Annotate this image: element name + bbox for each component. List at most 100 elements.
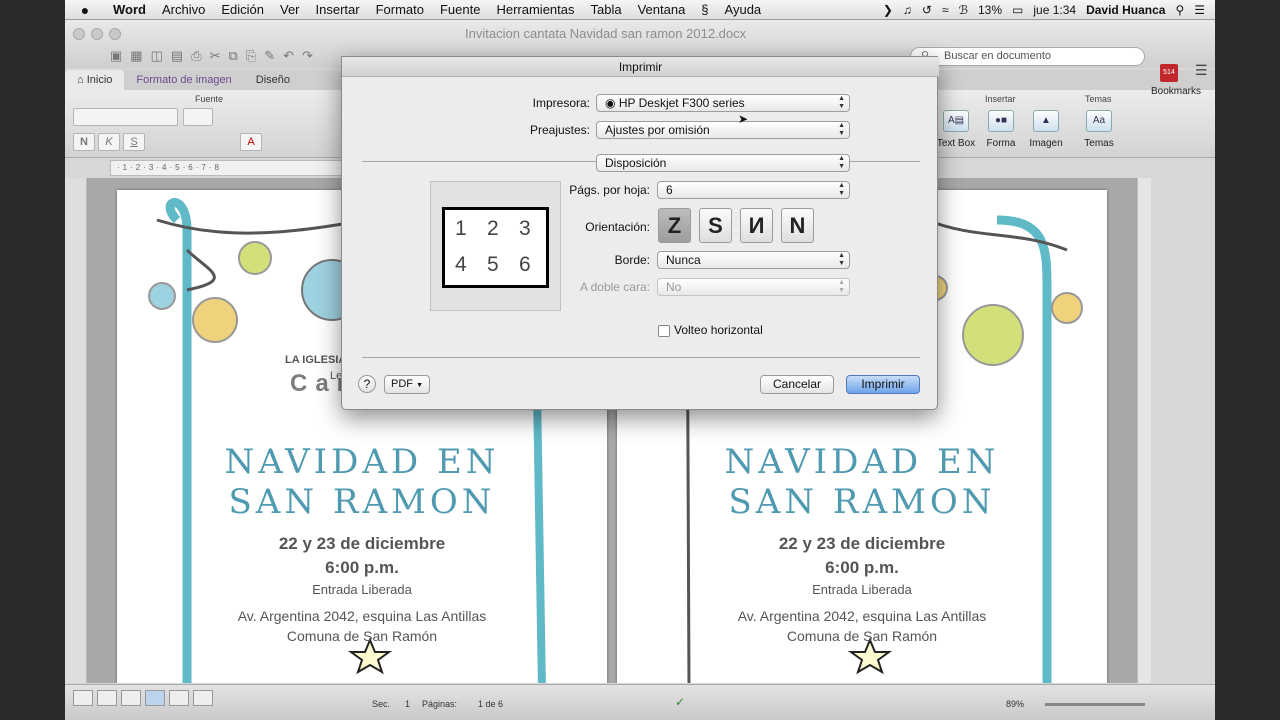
menu-archivo[interactable]: Archivo [154, 2, 213, 17]
updown-arrows-icon: ▲ ▼ [838, 95, 845, 110]
format-brush-icon[interactable]: ✎ [264, 48, 275, 64]
invite-title-line1: NAVIDAD EN [224, 442, 500, 482]
bluetooth-icon[interactable]: ℬ [959, 3, 968, 17]
spotlight-search-icon[interactable]: ⚲ [1175, 3, 1184, 17]
print-button[interactable]: Imprimir [846, 375, 920, 394]
copy-icon[interactable]: ⧉ [229, 48, 238, 64]
menu-herramientas[interactable]: Herramientas [488, 2, 582, 17]
orientation-z-button[interactable]: Z [658, 208, 691, 243]
menu-edicion[interactable]: Edición [213, 2, 272, 17]
menu-ventana[interactable]: Ventana [630, 2, 694, 17]
view-draft-button[interactable] [73, 690, 93, 706]
view-publishing-button[interactable] [121, 690, 141, 706]
border-select[interactable]: Nunca ▲ ▼ [657, 251, 850, 269]
underline-button[interactable]: S [123, 133, 145, 151]
tab-formato-imagen[interactable]: Formato de imagen [124, 74, 243, 86]
menu-ver[interactable]: Ver [272, 2, 308, 17]
invite-hour: 6:00 p.m. [325, 558, 399, 577]
home-icon: ⌂ [77, 74, 84, 86]
undo-icon[interactable]: ↶ [283, 48, 294, 64]
menu-fuente[interactable]: Fuente [432, 2, 488, 17]
battery-percent[interactable]: 13% [978, 3, 1002, 17]
presets-select[interactable]: Ajustes por omisión ▲ ▼ [596, 121, 850, 139]
group-insertar-label: Insertar [985, 94, 1016, 104]
orientation-n-button[interactable]: N [781, 208, 814, 243]
themes-icon: Aa [1086, 110, 1112, 132]
flip-horizontal-checkbox[interactable] [658, 325, 670, 337]
paste-icon[interactable]: ⎘ [246, 48, 256, 64]
invite-comuna: Comuna de San Ramón [786, 628, 938, 644]
layout-preview: 1 2 3 4 5 6 [442, 207, 549, 288]
apple-menu-icon[interactable]: ● [65, 2, 105, 18]
pages-per-sheet-label: Págs. por hoja: [569, 183, 650, 197]
tab-inicio[interactable]: ⌂ Inicio [65, 70, 125, 90]
bell-icon[interactable]: ♫ [903, 3, 912, 17]
time-machine-icon[interactable]: ↺ [922, 3, 932, 17]
church-name: LA IGLESIA [285, 354, 347, 366]
search-input[interactable]: ⚲ Buscar en documento [910, 47, 1145, 66]
menu-insertar[interactable]: Insertar [308, 2, 368, 17]
bookmarks-badge[interactable]: 514 [1160, 64, 1178, 82]
clock[interactable]: jue 1:34 [1033, 3, 1076, 17]
updown-arrows-icon: ▲ ▼ [838, 182, 845, 197]
invite-dates: 22 y 23 de diciembre [278, 534, 446, 553]
orientation-reverse-n-button[interactable]: И [740, 208, 773, 243]
font-color-icon[interactable]: A [240, 133, 262, 151]
section-label: Sec. [372, 699, 391, 709]
minimize-window-button[interactable] [91, 28, 103, 40]
save-icon[interactable]: ▤ [171, 48, 183, 64]
font-size-field[interactable] [183, 108, 213, 126]
view-notebook-button[interactable] [169, 690, 189, 706]
view-print-layout-button[interactable] [145, 690, 165, 706]
print-icon[interactable]: ⎙ [191, 48, 201, 64]
zoom-slider[interactable] [1045, 703, 1145, 706]
preview-page-number: 6 [519, 253, 531, 276]
invite-hour: 6:00 p.m. [825, 558, 899, 577]
menu-extras: ❯ ♫ ↺ ≈ ℬ 13% ▭ jue 1:34 David Huanca ⚲ … [883, 3, 1215, 17]
printer-select[interactable]: ◉ HP Deskjet F300 series ▲ ▼ [596, 94, 850, 112]
vertical-scrollbar[interactable] [1137, 178, 1151, 683]
preview-page-number: 4 [455, 253, 467, 276]
footer-separator [362, 357, 920, 358]
close-window-button[interactable] [73, 28, 85, 40]
zoom-window-button[interactable] [109, 28, 121, 40]
invite-title-line1: NAVIDAD EN [724, 442, 1000, 482]
scripts-menu-icon[interactable]: § [693, 2, 716, 17]
new-document-icon[interactable]: ▣ [110, 48, 122, 64]
bold-button[interactable]: N [73, 133, 95, 151]
print-dialog-title: Imprimir [342, 57, 939, 77]
open-icon[interactable]: ◫ [151, 48, 163, 64]
view-focus-button[interactable] [193, 690, 213, 706]
pages-per-sheet-select[interactable]: 6 ▲ ▼ [657, 181, 850, 199]
help-button[interactable]: ? [358, 375, 376, 393]
cancel-button[interactable]: Cancelar [760, 375, 834, 394]
templates-icon[interactable]: ▦ [130, 48, 142, 64]
pdf-menu-button[interactable]: PDF ▼ [384, 375, 430, 394]
redo-icon[interactable]: ↷ [302, 48, 313, 64]
notification-list-icon[interactable]: ☰ [1194, 3, 1205, 17]
wifi-icon[interactable]: ≈ [942, 3, 949, 17]
list-menu-icon[interactable]: ☰ [1195, 62, 1208, 79]
cut-icon[interactable]: ✂ [210, 48, 221, 64]
imagen-button[interactable]: ▲ Imagen [1018, 110, 1074, 149]
user-name[interactable]: David Huanca [1086, 3, 1165, 17]
flip-horizontal-label[interactable]: Volteo horizontal [674, 323, 763, 337]
spellcheck-icon[interactable]: ✓ [675, 695, 685, 709]
orientation-label: Orientación: [585, 220, 650, 234]
section-select[interactable]: Disposición ▲ ▼ [596, 154, 850, 172]
italic-button[interactable]: K [98, 133, 120, 151]
tab-diseno[interactable]: Diseño [244, 74, 302, 86]
font-name-field[interactable] [73, 108, 178, 126]
menu-ayuda[interactable]: Ayuda [717, 2, 770, 17]
menu-tabla[interactable]: Tabla [583, 2, 630, 17]
menu-formato[interactable]: Formato [368, 2, 432, 17]
orientation-s-button[interactable]: S [699, 208, 732, 243]
invite-title-line2: SAN RAMON [728, 482, 996, 522]
status-bar: Sec. 1 Páginas: 1 de 6 ✓ 89% [65, 684, 1215, 720]
bookmarks-label[interactable]: Bookmarks [1151, 86, 1201, 97]
menu-app-word[interactable]: Word [105, 2, 154, 17]
chevron-right-icon[interactable]: ❯ [883, 3, 893, 17]
view-outline-button[interactable] [97, 690, 117, 706]
shape-icon: ●■ [988, 110, 1014, 132]
temas-button[interactable]: Aa Temas [1071, 110, 1127, 149]
